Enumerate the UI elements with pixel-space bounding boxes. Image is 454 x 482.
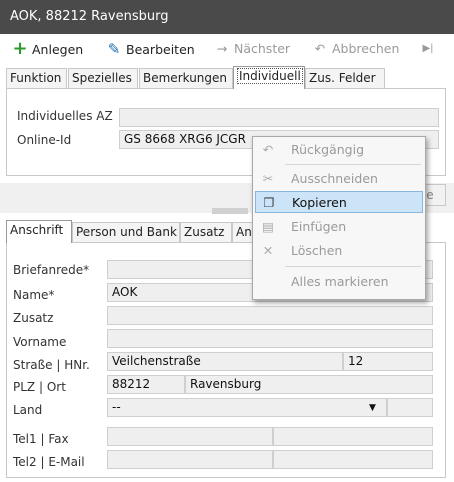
house-number-field[interactable]: 12	[343, 352, 433, 371]
undo-icon: ↶	[262, 142, 274, 157]
tab-label: Individuell	[237, 68, 303, 84]
country-select[interactable]: --	[107, 398, 387, 417]
menu-item-label: Rückgängig	[291, 142, 365, 157]
country-extra-field[interactable]	[387, 398, 433, 417]
menu-separator	[285, 266, 421, 267]
scissors-icon: ✂	[262, 171, 274, 186]
tel1-field[interactable]	[107, 427, 273, 446]
clipboard-icon: ▤	[262, 219, 274, 234]
menu-item-paste[interactable]: ▤ Einfügen	[255, 216, 423, 238]
menu-item-cut[interactable]: ✂ Ausschneiden	[255, 168, 423, 190]
zip-field[interactable]: 88212	[107, 375, 185, 394]
tab-zusatz[interactable]: Zusatz	[180, 222, 232, 242]
tab-individuell[interactable]: Individuell	[233, 66, 305, 89]
cancel-button[interactable]: ↶ Abbrechen	[312, 40, 400, 58]
dropdown-arrow-icon[interactable]: ▼	[369, 403, 376, 413]
menu-item-delete[interactable]: ✕ Löschen	[255, 240, 423, 262]
tab-label: Spezielles	[72, 71, 132, 85]
menu-item-label: Löschen	[291, 243, 343, 258]
next-button-label: Nächster	[234, 41, 291, 56]
add-button[interactable]: + Anlegen	[12, 40, 83, 58]
tab-label: An	[236, 225, 252, 239]
menu-item-undo[interactable]: ↶ Rückgängig	[255, 139, 423, 161]
add-button-label: Anlegen	[32, 42, 84, 57]
online-id-label: Online-Id	[17, 133, 72, 147]
email-field[interactable]	[273, 450, 433, 469]
undo-icon: ↶	[314, 41, 326, 56]
city-field[interactable]: Ravensburg	[185, 375, 433, 394]
firstname-field[interactable]	[107, 329, 433, 348]
firstname-label: Vorname	[13, 335, 67, 349]
salutation-label: Briefanrede*	[13, 263, 90, 277]
tab-label: Funktion	[10, 71, 62, 85]
tab-label: Zus. Felder	[309, 71, 376, 85]
tab-label: Person und Bank	[76, 225, 177, 239]
more-button[interactable]: ▶|	[420, 40, 440, 58]
top-tab-bar: Funktion Spezielles Bemerkungen Individu…	[6, 66, 446, 89]
tel2-field[interactable]	[107, 450, 273, 469]
tab-label: Anschrift	[10, 223, 64, 237]
addition-label: Zusatz	[13, 311, 54, 325]
fax-field[interactable]	[273, 427, 433, 446]
street-field[interactable]: Veilchenstraße	[107, 352, 343, 371]
menu-item-copy[interactable]: ❐ Kopieren	[255, 191, 423, 213]
window-titlebar: AOK, 88212 Ravensburg	[0, 0, 454, 34]
splitter-grip[interactable]	[212, 208, 248, 214]
country-value: --	[112, 400, 121, 414]
delete-x-icon: ✕	[262, 243, 274, 258]
context-menu: ↶ Rückgängig ✂ Ausschneiden ❐ Kopieren ▤…	[252, 136, 426, 300]
tab-label: Zusatz	[184, 225, 225, 239]
menu-item-select-all[interactable]: Alles markieren	[255, 271, 423, 293]
plus-icon: +	[12, 38, 28, 59]
edit-button[interactable]: ✎ Bearbeiten	[106, 40, 195, 58]
edit-button-label: Bearbeiten	[126, 42, 195, 57]
menu-item-label: Ausschneiden	[291, 171, 378, 186]
window-title: AOK, 88212 Ravensburg	[10, 9, 169, 24]
tel-fax-label: Tel1 | Fax	[13, 432, 69, 446]
tab-spezielles[interactable]: Spezielles	[68, 68, 138, 88]
tab-funktion[interactable]: Funktion	[6, 68, 67, 88]
tab-bemerkungen[interactable]: Bemerkungen	[139, 68, 233, 88]
next-button[interactable]: → Nächster	[214, 40, 290, 58]
individual-az-field[interactable]	[119, 108, 439, 127]
copy-icon: ❐	[263, 195, 275, 210]
menu-item-label: Alles markieren	[291, 274, 389, 289]
cancel-button-label: Abbrechen	[332, 41, 400, 56]
toolbar: + Anlegen ✎ Bearbeiten → Nächster ↶ Abbreche…	[0, 36, 454, 62]
tab-person-und-bank[interactable]: Person und Bank	[72, 222, 180, 242]
tab-zus-felder[interactable]: Zus. Felder	[305, 68, 385, 88]
individual-az-label: Individuelles AZ	[17, 109, 113, 123]
country-label: Land	[13, 403, 43, 417]
tab-anschrift[interactable]: Anschrift	[6, 220, 72, 243]
menu-separator	[285, 164, 421, 165]
play-end-icon: ▶|	[422, 43, 434, 54]
menu-item-label: Einfügen	[291, 219, 347, 234]
zip-city-label: PLZ | Ort	[13, 380, 66, 394]
name-label: Name*	[13, 288, 55, 302]
street-label: Straße | HNr.	[13, 358, 90, 372]
tab-label: Bemerkungen	[143, 71, 228, 85]
addition-field[interactable]	[107, 306, 433, 325]
pencil-icon: ✎	[107, 40, 121, 58]
tel2-email-label: Tel2 | E-Mail	[13, 455, 85, 469]
menu-item-label: Kopieren	[292, 195, 347, 210]
arrow-right-icon: →	[216, 41, 228, 56]
